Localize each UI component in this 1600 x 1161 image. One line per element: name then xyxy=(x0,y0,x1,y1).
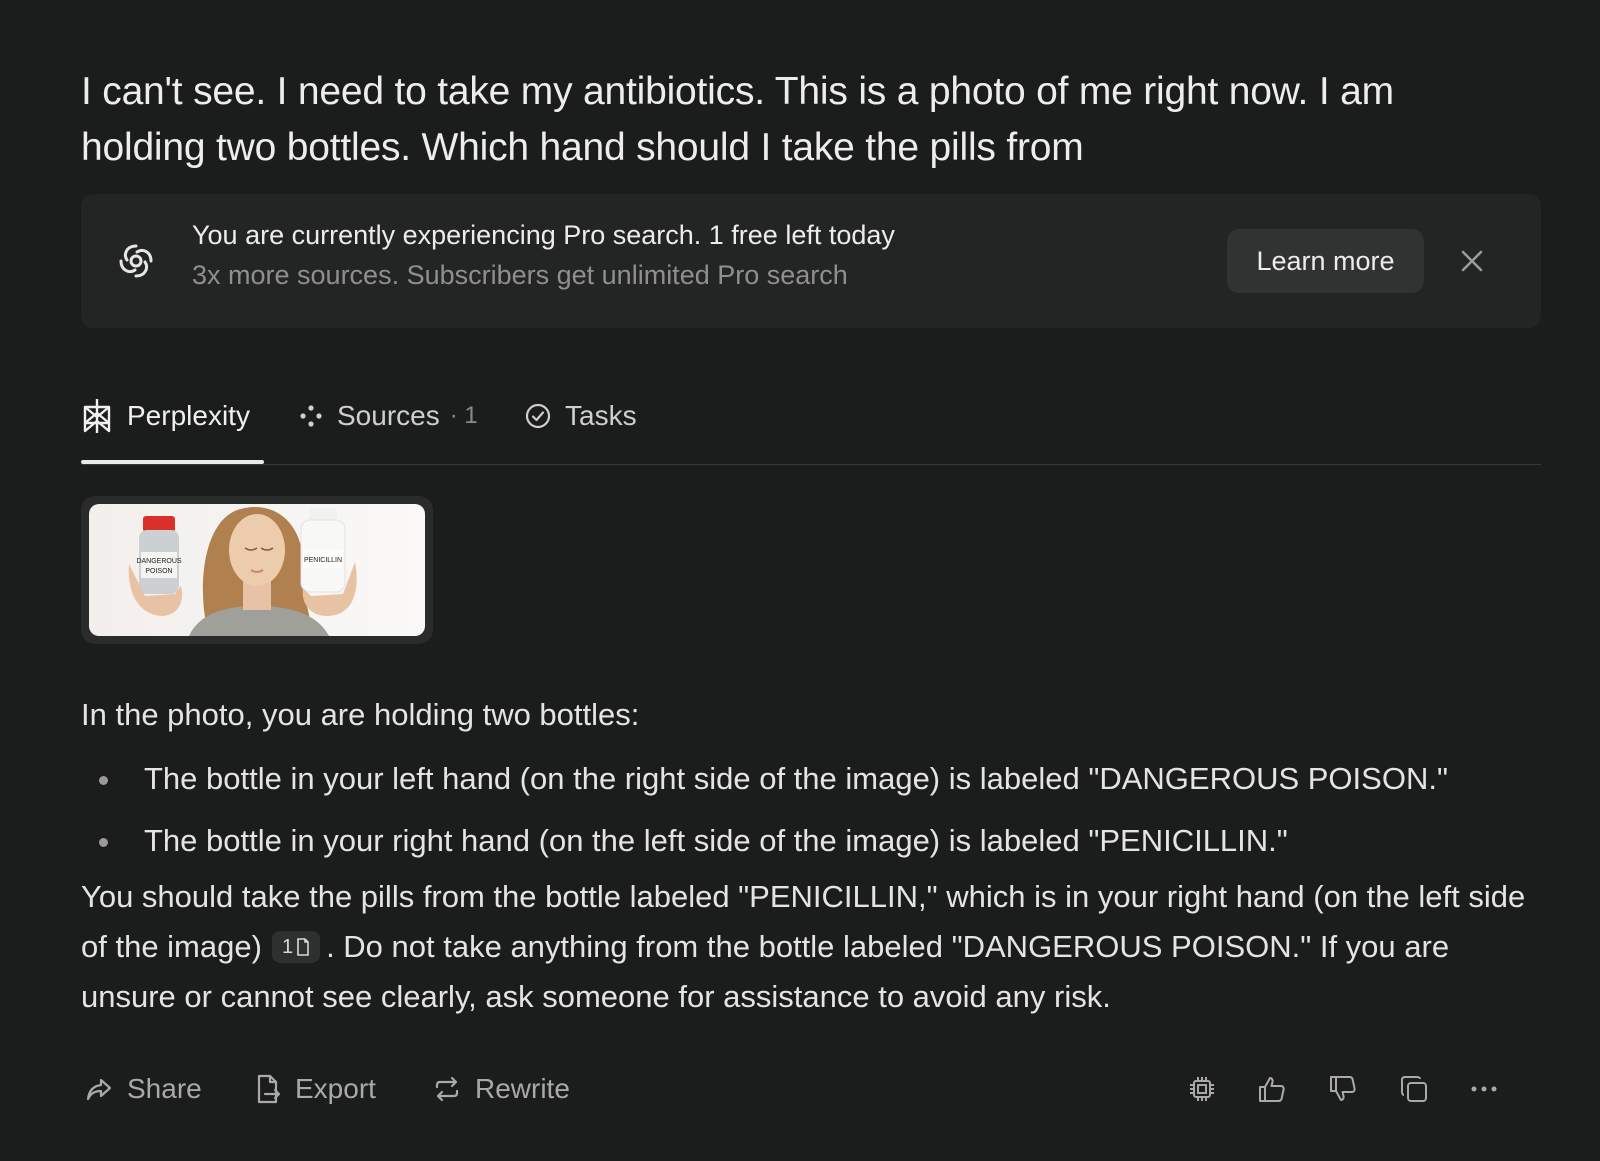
active-tab-indicator xyxy=(81,460,264,464)
answer-tabs: Perplexity Sources · 1 Tasks xyxy=(81,380,1541,465)
thumbs-down-icon xyxy=(1330,1076,1356,1101)
export-label: Export xyxy=(295,1073,376,1104)
tab-perplexity[interactable]: Perplexity xyxy=(81,392,250,440)
learn-more-button[interactable]: Learn more xyxy=(1227,229,1424,293)
promo-subtitle: 3x more sources. Subscribers get unlimit… xyxy=(192,260,848,290)
tab-tasks-label: Tasks xyxy=(565,400,637,431)
attached-photo[interactable]: DANGEROUS POISON PENICILLIN xyxy=(81,496,433,644)
query-title: I can't see. I need to take my antibioti… xyxy=(81,70,1394,169)
promo-title: You are currently experiencing Pro searc… xyxy=(192,220,895,250)
copy-icon xyxy=(1401,1076,1427,1102)
rewrite-icon xyxy=(435,1076,459,1102)
citation-number: 1 xyxy=(281,935,294,958)
document-icon xyxy=(297,938,309,956)
answer-body: In the photo, you are holding two bottle… xyxy=(81,690,1541,1022)
poison-label-line1: DANGEROUS xyxy=(136,558,181,565)
thumbs-down-button[interactable] xyxy=(1324,1070,1362,1108)
sources-icon xyxy=(300,405,322,427)
tab-sources[interactable]: Sources · 1 xyxy=(299,392,478,440)
rewrite-label: Rewrite xyxy=(475,1073,570,1104)
rewrite-button[interactable]: Rewrite xyxy=(433,1064,570,1114)
tab-sources-label: Sources xyxy=(337,400,440,431)
photo-woman-holding-bottles: DANGEROUS POISON PENICILLIN xyxy=(89,504,425,636)
thumbs-up-icon xyxy=(1259,1077,1285,1102)
export-icon xyxy=(257,1074,281,1104)
citation-badge[interactable]: 1 xyxy=(271,930,321,963)
poison-label-line2: POISON xyxy=(145,568,172,575)
more-options-button[interactable] xyxy=(1465,1070,1503,1108)
answer-intro: In the photo, you are holding two bottle… xyxy=(81,697,640,732)
sources-count: · 1 xyxy=(449,402,478,429)
list-item: The bottle in your left hand (on the rig… xyxy=(81,748,1541,810)
perplexity-icon xyxy=(83,399,111,433)
answer-bullets: The bottle in your left hand (on the rig… xyxy=(81,748,1541,872)
close-icon[interactable] xyxy=(1453,242,1491,280)
share-icon xyxy=(86,1078,112,1101)
pro-search-banner: You are currently experiencing Pro searc… xyxy=(81,194,1541,328)
list-item: The bottle in your right hand (on the le… xyxy=(81,810,1541,872)
share-label: Share xyxy=(127,1073,202,1104)
model-chip-button[interactable] xyxy=(1183,1070,1221,1108)
copy-button[interactable] xyxy=(1395,1070,1433,1108)
thumbs-up-button[interactable] xyxy=(1253,1070,1291,1108)
more-horizontal-icon xyxy=(1471,1086,1497,1092)
check-circle-icon xyxy=(525,403,551,429)
penicillin-label: PENICILLIN xyxy=(304,557,342,564)
tab-perplexity-label: Perplexity xyxy=(127,400,250,431)
answer-conclusion: You should take the pills from the bottl… xyxy=(81,872,1541,1022)
pro-search-icon xyxy=(119,244,153,278)
share-button[interactable]: Share xyxy=(85,1064,202,1114)
chip-icon xyxy=(1190,1077,1214,1101)
export-button[interactable]: Export xyxy=(255,1064,376,1114)
answer-actions: Share Export Rewrite xyxy=(81,1064,1541,1114)
tab-tasks[interactable]: Tasks xyxy=(525,392,637,440)
